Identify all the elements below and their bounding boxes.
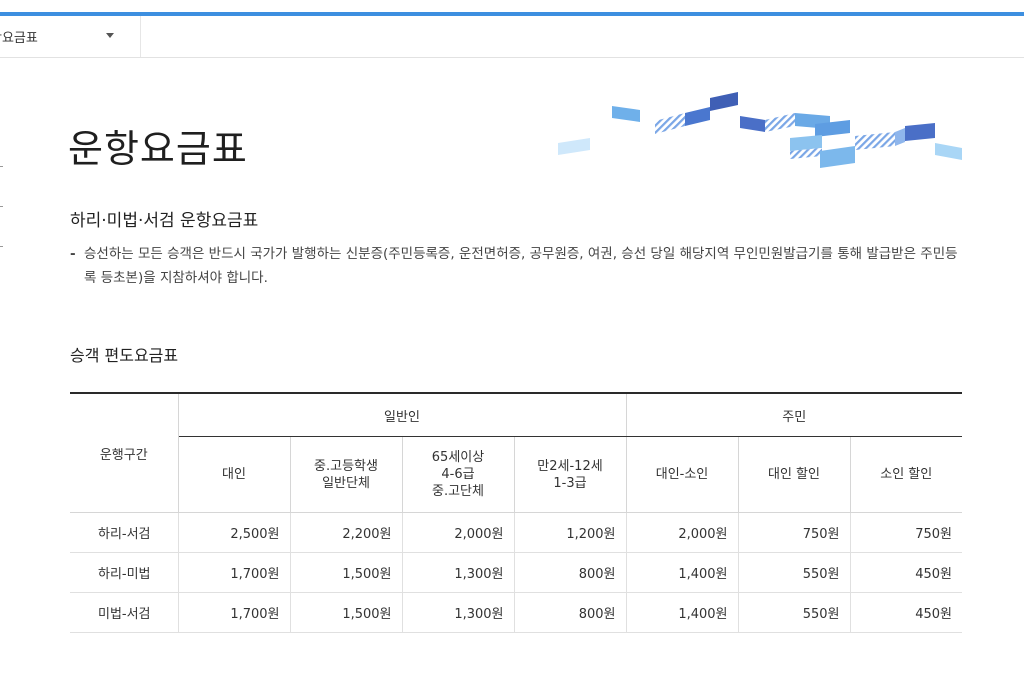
fare-column-header: 65세이상 4-6급 중.고단체 [401, 436, 515, 513]
fare-cell: 450원 [849, 592, 962, 633]
menu-dropdown[interactable]: 항요금표 [0, 16, 141, 57]
fare-cell: 800원 [513, 552, 627, 593]
fare-cell: 2,200원 [289, 512, 403, 553]
fare-column-header: 대인-소인 [625, 436, 739, 513]
fare-cell: 550원 [737, 552, 851, 593]
table-row: 하리-미법 1,700원 1,500원 1,300원 800원 1,400원 550원 450… [70, 552, 962, 593]
fare-cell: 750원 [737, 512, 851, 553]
decorative-banner-graphic [558, 92, 962, 168]
fare-table: 운행구간 일반인 주민 대인 중.고등학생 일반단체 65세이상 4-6급 중.고단체 만2… [70, 392, 962, 633]
notice-text: 승선하는 모든 승객은 반드시 국가가 발행하는 신분증(주민등록증, 운전면허… [84, 246, 958, 286]
sub-navigation: 항요금표 [0, 16, 1024, 58]
chevron-down-icon [106, 33, 114, 38]
notice-bullet: - [70, 246, 76, 262]
route-cell: 하리-서검 [70, 512, 179, 553]
fare-cell: 800원 [513, 592, 627, 633]
fare-column-header: 대인 할인 [737, 436, 851, 513]
fare-cell: 2,000원 [625, 512, 739, 553]
fare-column-header: 대인 [178, 436, 291, 513]
general-group-header: 일반인 [177, 392, 627, 437]
fare-table-title: 승객 편도요금표 [70, 346, 179, 365]
id-notice: - 승선하는 모든 승객은 반드시 국가가 발행하는 신분증(주민등록증, 운전… [70, 242, 965, 290]
fare-cell: 1,300원 [401, 552, 515, 593]
fare-cell: 450원 [849, 552, 962, 593]
route-cell: 하리-미법 [70, 552, 179, 593]
route-column-header: 운행구간 [70, 392, 179, 513]
resident-group-header: 주민 [625, 392, 962, 437]
fare-cell: 750원 [849, 512, 962, 553]
route-cell: 미법-서검 [70, 592, 179, 633]
table-row: 미법-서검 1,700원 1,500원 1,300원 800원 1,400원 550원 450… [70, 592, 962, 633]
fare-cell: 1,500원 [289, 552, 403, 593]
page-title: 운항요금표 [68, 127, 248, 171]
fare-cell: 1,400원 [625, 592, 739, 633]
fare-cell: 1,200원 [513, 512, 627, 553]
fare-cell: 1,400원 [625, 552, 739, 593]
fare-column-header: 중.고등학생 일반단체 [289, 436, 403, 513]
fare-cell: 550원 [737, 592, 851, 633]
fare-cell: 2,500원 [177, 512, 291, 553]
menu-dropdown-label: 항요금표 [0, 31, 38, 46]
table-row: 하리-서검 2,500원 2,200원 2,000원 1,200원 2,000원 750원 7… [70, 512, 962, 553]
fare-cell: 1,700원 [177, 552, 291, 593]
fare-column-header: 소인 할인 [849, 436, 962, 513]
fare-column-header: 만2세-12세 1-3급 [513, 436, 627, 513]
fare-cell: 1,700원 [177, 592, 291, 633]
section-title: 하리·미법·서검 운항요금표 [70, 211, 259, 231]
fare-cell: 2,000원 [401, 512, 515, 553]
fare-cell: 1,300원 [401, 592, 515, 633]
fare-cell: 1,500원 [289, 592, 403, 633]
